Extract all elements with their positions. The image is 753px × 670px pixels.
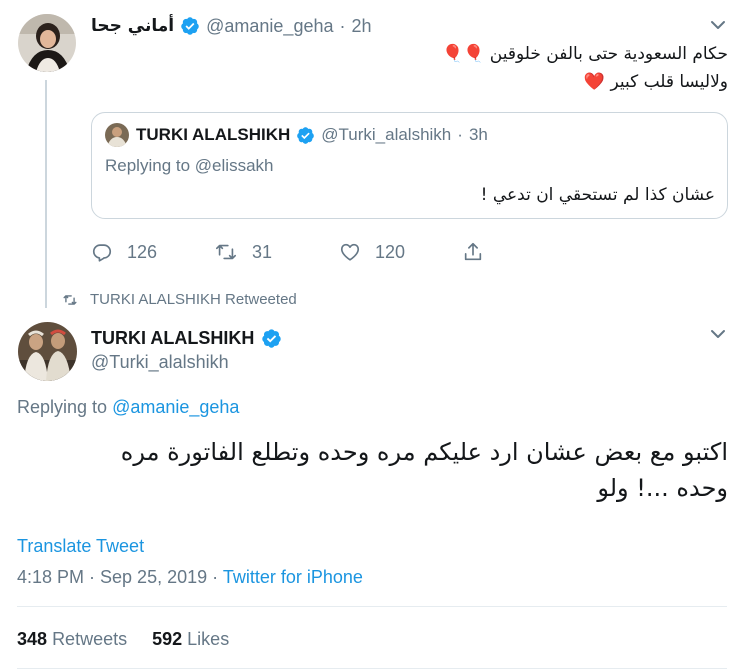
- share-icon: [464, 242, 482, 261]
- retweets-stat[interactable]: 348 Retweets: [17, 629, 127, 650]
- avatar-turki[interactable]: [18, 322, 77, 381]
- quote-separator: ·: [457, 125, 463, 144]
- thread-line: [45, 80, 47, 308]
- verified-badge-icon: [181, 17, 199, 35]
- top-tweet-text-line2: ولاليسا قلب كبير ❤️: [583, 72, 728, 92]
- quote-replying-prefix: Replying to: [105, 156, 191, 175]
- verified-badge-icon: [297, 126, 315, 144]
- reply-count: 126: [127, 241, 158, 262]
- like-count: 120: [375, 241, 406, 262]
- divider: [17, 668, 727, 669]
- quote-handle: @Turki_alalshikh: [321, 125, 452, 144]
- reply-action[interactable]: 126: [91, 241, 157, 263]
- top-tweet-text-line1: حكام السعودية حتى بالفن خلوقين 🎈🎈: [442, 44, 728, 64]
- main-tweet-text-line1: اكتبو مع بعض عشان ارد عليكم مره وحده وتط…: [120, 438, 728, 466]
- like-action[interactable]: 120: [339, 241, 405, 263]
- quote-header: TURKI ALALSHIKH @Turki_alalshikh · 3h: [136, 123, 488, 147]
- quote-replying-to: @elissakh: [194, 156, 274, 175]
- top-tweet-time[interactable]: 2h: [352, 16, 372, 37]
- quote-replying: Replying to @elissakh: [105, 156, 273, 176]
- quoted-tweet-card[interactable]: TURKI ALALSHIKH @Turki_alalshikh · 3h Re…: [91, 112, 728, 219]
- retweeted-banner: TURKI ALALSHIKH Retweeted: [62, 291, 297, 308]
- tweet-source-link[interactable]: Twitter for iPhone: [223, 567, 363, 587]
- main-replying-to-link[interactable]: @amanie_geha: [112, 397, 239, 417]
- retweet-count: 31: [252, 241, 273, 262]
- main-tweet-display-name[interactable]: TURKI ALALSHIKH: [91, 328, 254, 349]
- retweets-stat-count: 348: [17, 629, 48, 649]
- likes-stat-count: 592: [152, 629, 183, 649]
- main-tweet-text-line2: وحده ...! ولو: [597, 474, 728, 502]
- main-tweet-meta: 4:18 PM · Sep 25, 2019 · Twitter for iPh…: [17, 567, 363, 588]
- top-tweet-display-name[interactable]: أماني جحا: [91, 16, 174, 36]
- chevron-down-icon[interactable]: [708, 15, 728, 35]
- verified-badge-icon: [262, 328, 282, 348]
- retweets-stat-label: Retweets: [52, 629, 128, 649]
- quote-time: 3h: [468, 125, 488, 144]
- main-tweet-stats: 348 Retweets 592 Likes: [17, 629, 229, 650]
- top-tweet-text: حكام السعودية حتى بالفن خلوقين 🎈🎈 ولاليس…: [168, 40, 728, 96]
- main-tweet-timestamp[interactable]: 4:18 PM · Sep 25, 2019 ·: [17, 567, 218, 587]
- retweeted-text[interactable]: TURKI ALALSHIKH Retweeted: [90, 291, 297, 308]
- retweet-icon: [216, 244, 236, 260]
- likes-stat-label: Likes: [187, 629, 230, 649]
- reply-icon: [92, 244, 112, 262]
- divider: [17, 606, 727, 607]
- main-tweet-handle[interactable]: @Turki_alalshikh: [91, 352, 229, 373]
- main-replying-prefix: Replying to: [17, 397, 108, 417]
- main-tweet-replying: Replying to @amanie_geha: [17, 397, 239, 418]
- translate-tweet-link[interactable]: Translate Tweet: [17, 536, 144, 557]
- retweet-action[interactable]: 31: [214, 241, 272, 263]
- avatar-amanie[interactable]: [18, 14, 76, 72]
- retweet-small-icon: [63, 294, 77, 305]
- share-action[interactable]: [462, 241, 498, 263]
- avatar-turki-small: [105, 123, 129, 147]
- top-tweet-handle[interactable]: @amanie_geha: [206, 16, 333, 37]
- quote-display-name: TURKI ALALSHIKH: [136, 125, 291, 144]
- top-tweet-separator: ·: [339, 15, 346, 36]
- top-tweet-header: أماني جحا @amanie_geha · 2h: [91, 14, 372, 38]
- quote-text: عشان كذا لم تستحقي ان تدعي !: [480, 185, 715, 205]
- heart-icon: [340, 243, 360, 261]
- chevron-down-icon[interactable]: [708, 324, 728, 344]
- main-tweet-name-row: TURKI ALALSHIKH: [91, 325, 282, 351]
- likes-stat[interactable]: 592 Likes: [152, 629, 229, 650]
- main-tweet-text: اكتبو مع بعض عشان ارد عليكم مره وحده وتط…: [18, 434, 728, 506]
